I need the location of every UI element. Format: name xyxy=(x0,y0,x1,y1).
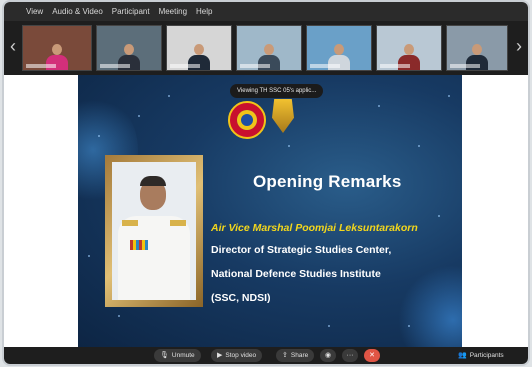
share-button[interactable]: ⇪ Share xyxy=(276,349,315,362)
end-call-icon[interactable]: ✕ xyxy=(364,349,380,362)
speaker-position-line: National Defence Studies Institute xyxy=(211,268,381,280)
participant-video-thumbnail[interactable] xyxy=(236,25,302,71)
decorative-star xyxy=(378,105,380,107)
meeting-toolbar: 🎙 Unmute ▶ Stop video ⇪ Share ◉ ··· ✕ 👥 Part… xyxy=(4,347,528,364)
slide-title: Opening Remarks xyxy=(253,172,402,191)
ndsi-emblem-logo xyxy=(272,99,294,133)
more-options-icon[interactable]: ··· xyxy=(342,349,358,362)
participants-icon: 👥 xyxy=(458,352,467,359)
shared-screen-area: Viewing TH SSC 05's applic... Opening Re… xyxy=(4,75,528,347)
chevron-left-icon[interactable]: ‹ xyxy=(6,35,20,57)
decorative-star xyxy=(438,215,440,217)
menu-audio-video[interactable]: Audio & Video xyxy=(52,7,103,16)
decorative-star xyxy=(118,315,120,317)
menu-view[interactable]: View xyxy=(26,7,43,16)
meeting-window: View Audio & Video Participant Meeting H… xyxy=(4,2,528,364)
video-camera-icon: ▶ xyxy=(217,352,223,359)
participants-label: Participants xyxy=(469,352,504,359)
speaker-name: Air Vice Marshal Poomjai Leksuntarakorn xyxy=(211,222,418,234)
microphone-muted-icon: 🎙 xyxy=(160,352,169,359)
menu-bar: View Audio & Video Participant Meeting H… xyxy=(4,2,528,21)
decorative-star xyxy=(138,115,140,117)
asean-logo xyxy=(228,101,266,139)
participant-video-thumbnail[interactable] xyxy=(376,25,442,71)
participant-video-thumbnail[interactable] xyxy=(166,25,232,71)
decorative-star xyxy=(288,145,290,147)
stop-video-label: Stop video xyxy=(225,352,257,359)
speaker-position-line: Director of Strategic Studies Center, xyxy=(211,244,392,256)
share-screen-icon: ⇪ xyxy=(282,352,288,359)
speaker-portrait xyxy=(105,155,203,307)
participant-video-thumbnail[interactable] xyxy=(446,25,508,71)
unmute-label: Unmute xyxy=(171,352,195,359)
decorative-star xyxy=(328,325,330,327)
presentation-slide: Viewing TH SSC 05's applic... Opening Re… xyxy=(78,75,462,347)
decorative-glow xyxy=(398,265,462,347)
chevron-right-icon[interactable]: › xyxy=(512,35,526,57)
menu-participant[interactable]: Participant xyxy=(112,7,150,16)
decorative-star xyxy=(408,325,410,327)
viewing-status-pill[interactable]: Viewing TH SSC 05's applic... xyxy=(230,84,324,98)
decorative-star xyxy=(98,135,100,137)
unmute-button[interactable]: 🎙 Unmute xyxy=(154,349,201,362)
share-label: Share xyxy=(290,352,309,359)
decorative-star xyxy=(418,145,420,147)
decorative-star xyxy=(88,255,90,257)
decorative-star xyxy=(448,95,450,97)
participants-button[interactable]: 👥 Participants xyxy=(452,349,510,362)
stop-video-button[interactable]: ▶ Stop video xyxy=(211,349,263,362)
decorative-star xyxy=(168,95,170,97)
participant-video-thumbnail[interactable] xyxy=(96,25,162,71)
participant-video-thumbnail[interactable] xyxy=(306,25,372,71)
menu-help[interactable]: Help xyxy=(196,7,212,16)
speaker-position-line: (SSC, NDSI) xyxy=(211,292,271,304)
record-icon[interactable]: ◉ xyxy=(320,349,336,362)
participant-video-thumbnail[interactable] xyxy=(22,25,92,71)
menu-meeting[interactable]: Meeting xyxy=(159,7,187,16)
video-thumbnail-strip: ‹ › xyxy=(4,21,528,75)
